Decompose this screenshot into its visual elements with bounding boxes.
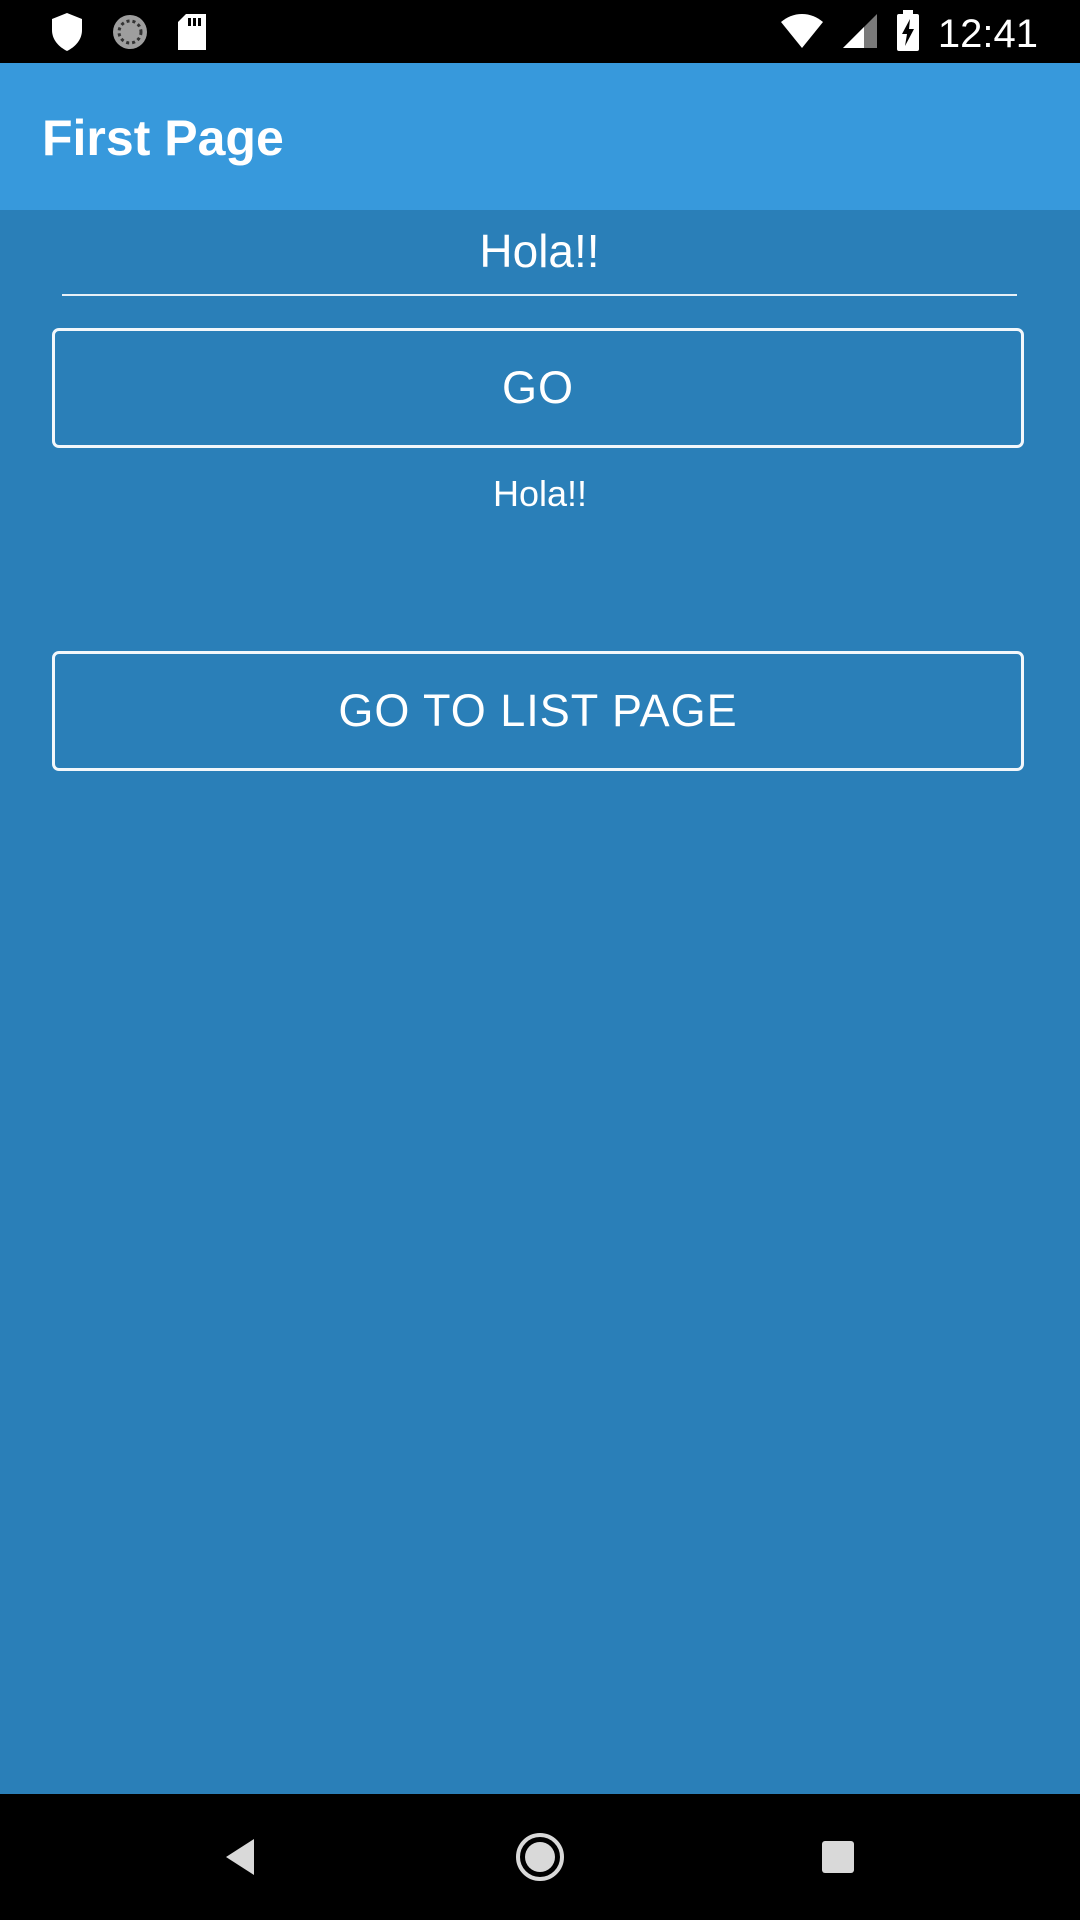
status-left-icons <box>50 12 208 57</box>
sync-icon <box>110 12 150 57</box>
back-icon[interactable] <box>208 1824 274 1890</box>
navigation-bar <box>0 1794 1080 1920</box>
main-content: GO Hola!! GO TO LIST PAGE <box>0 210 1080 1794</box>
status-bar: 12:41 <box>0 0 1080 63</box>
app-bar: First Page <box>0 63 1080 210</box>
page-title: First Page <box>42 110 284 166</box>
home-icon[interactable] <box>507 1824 573 1890</box>
signal-icon <box>842 13 878 54</box>
go-to-list-page-button[interactable]: GO TO LIST PAGE <box>52 651 1024 771</box>
status-time: 12:41 <box>937 11 1038 56</box>
shield-icon <box>50 12 84 57</box>
echo-text: Hola!! <box>492 473 588 514</box>
text-input-container <box>62 210 1017 296</box>
wifi-icon <box>780 13 824 54</box>
battery-charging-icon <box>896 10 920 57</box>
status-right-icons: 12:41 <box>780 10 1038 57</box>
sd-card-icon <box>176 13 208 56</box>
recent-apps-icon[interactable] <box>805 1824 871 1890</box>
text-input[interactable] <box>62 210 1017 292</box>
go-button[interactable]: GO <box>52 328 1024 448</box>
